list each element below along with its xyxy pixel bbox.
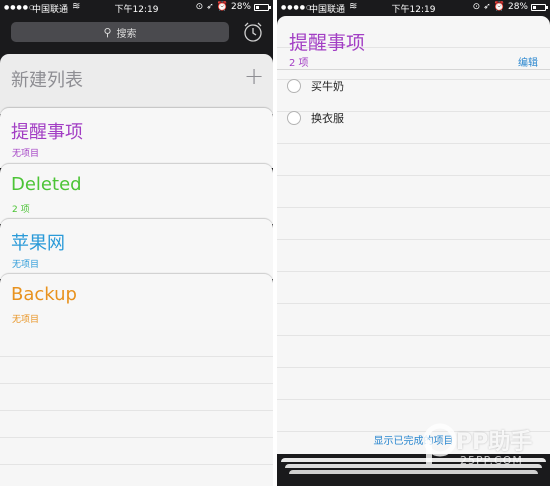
battery-icon: [531, 3, 548, 11]
list-count: 无项目: [12, 149, 40, 159]
list-title: 提醒事项: [289, 32, 366, 54]
reminder-label: 换衣服: [311, 112, 344, 125]
item-count: 2 项: [289, 58, 309, 69]
empty-lined-area: [0, 330, 273, 486]
status-right: ⊙ ➶ ⏰ 28%: [195, 2, 271, 12]
pp-logo-icon: [424, 423, 457, 464]
list-name: Deleted: [11, 174, 82, 195]
right-screen: ●●●●○ 中国联通 ≋ 下午12:19 ⊙ ➶ ⏰ 28% 提醒事项 2 项 …: [277, 0, 550, 486]
search-label: 搜索: [116, 28, 137, 40]
new-list-label: 新建列表: [11, 70, 83, 91]
search-icon: ⚲: [103, 25, 112, 39]
add-list-icon[interactable]: +: [244, 62, 264, 90]
screenshot-root: ●●●●○ 中国联通 ≋ 下午12:19 ⊙ ➶ ⏰ 28% ⚲ 搜索 新建列表…: [0, 0, 550, 486]
reminder-item[interactable]: 买牛奶: [287, 76, 344, 96]
status-bar: ●●●●○ 中国联通 ≋ 下午12:19 ⊙ ➶ ⏰ 28%: [0, 0, 273, 16]
list-name: 提醒事项: [11, 122, 83, 143]
list-card[interactable]: 苹果网 无项目: [0, 219, 273, 279]
list-name: Backup: [11, 284, 77, 305]
location-icon: ➶: [206, 2, 214, 12]
reminder-list-sheet: 提醒事项 2 项 编辑 买牛奶 换衣服 显示已完成的项目: [277, 16, 550, 454]
status-bar: ●●●●○ 中国联通 ≋ 下午12:19 ⊙ ➶ ⏰ 28%: [277, 0, 550, 16]
list-count: 无项目: [12, 260, 40, 270]
reminder-label: 买牛奶: [311, 80, 344, 93]
alarm-status-icon: ⏰: [216, 2, 228, 12]
list-count: 2 项: [12, 205, 30, 215]
location-icon: ➶: [483, 2, 491, 12]
list-card[interactable]: 提醒事项 无项目: [0, 108, 273, 168]
status-right: ⊙ ➶ ⏰ 28%: [472, 2, 548, 12]
list-count: 无项目: [12, 315, 40, 325]
alarm-status-icon: ⏰: [493, 2, 505, 12]
search-bar[interactable]: ⚲ 搜索: [11, 22, 229, 42]
orientation-lock-icon: ⊙: [195, 2, 204, 12]
reminder-item[interactable]: 换衣服: [287, 108, 344, 128]
checkbox-circle-icon[interactable]: [287, 79, 301, 93]
new-list-row[interactable]: 新建列表 +: [0, 54, 273, 114]
watermark-subtext: 25PP.COM: [460, 454, 523, 467]
header-divider: [277, 69, 550, 70]
list-name: 苹果网: [11, 233, 65, 254]
checkbox-circle-icon[interactable]: [287, 111, 301, 125]
battery-icon: [254, 3, 271, 11]
orientation-lock-icon: ⊙: [472, 2, 481, 12]
left-screen: ●●●●○ 中国联通 ≋ 下午12:19 ⊙ ➶ ⏰ 28% ⚲ 搜索 新建列表…: [0, 0, 273, 486]
battery-percent: 28%: [230, 2, 251, 12]
watermark-logo: PP助手 25PP.COM: [424, 418, 550, 486]
watermark-text: PP助手: [456, 430, 533, 455]
list-card[interactable]: Deleted 2 项: [0, 164, 273, 224]
alarm-clock-icon[interactable]: [241, 20, 265, 44]
list-card[interactable]: Backup 无项目: [0, 274, 273, 334]
battery-percent: 28%: [507, 2, 528, 12]
edit-button[interactable]: 编辑: [518, 54, 538, 69]
